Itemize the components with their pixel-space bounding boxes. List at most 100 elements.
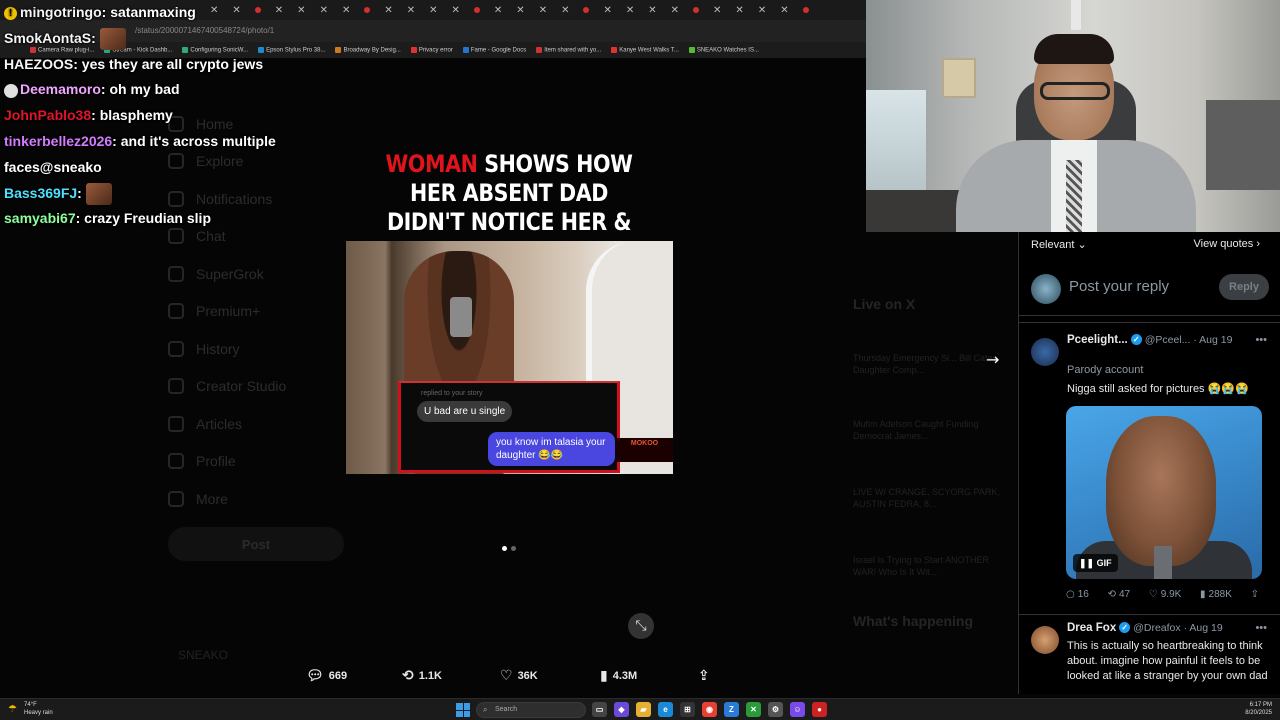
tweet-author[interactable]: Drea Fox ✓ @Dreafox · Aug 19 xyxy=(1067,622,1223,634)
live-on-x-heading: Live on X xyxy=(853,296,916,312)
sidebar-item-history[interactable]: History xyxy=(168,330,348,368)
reply-input[interactable]: Post your reply xyxy=(1069,278,1169,295)
taskbar-search[interactable]: ⌕ Search xyxy=(476,702,586,718)
reply-tweet[interactable]: Drea Fox ✓ @Dreafox · Aug 19 ••• This is a… xyxy=(1019,622,1280,694)
discord-icon[interactable]: ☺ xyxy=(790,702,805,717)
tab-close-icon[interactable]: ✕ xyxy=(735,5,743,16)
chat-username[interactable]: tinkerbellez2026 xyxy=(4,133,112,149)
tab-close-icon[interactable]: ✕ xyxy=(713,5,721,16)
bookmark-item[interactable]: Item shared with yo... xyxy=(536,46,601,53)
gif-badge[interactable]: ❚❚ GIF xyxy=(1073,554,1118,572)
bookmark-item[interactable]: Privacy error xyxy=(410,46,453,53)
verified-badge-icon: ✓ xyxy=(1130,334,1142,346)
tab-close-icon[interactable]: ✕ xyxy=(539,5,547,16)
bookmark-item[interactable]: Broadway By Desig... xyxy=(335,46,401,53)
bookmark-item[interactable]: Kanye West Walks T... xyxy=(611,46,679,53)
tweet-repost-count: 47 xyxy=(1118,589,1131,600)
tab-close-icon[interactable]: ✕ xyxy=(407,5,415,16)
xbox-icon[interactable]: ✕ xyxy=(746,702,761,717)
tweet-date: Aug 19 xyxy=(1189,622,1223,634)
tab-close-icon[interactable]: ✕ xyxy=(603,5,611,16)
repost-action[interactable]: ⟲ 1.1K xyxy=(402,668,442,684)
views-action[interactable]: ▮ 4.3M xyxy=(600,668,637,684)
like-action[interactable]: ♡ 36K xyxy=(500,668,538,684)
tab-close-icon[interactable]: ✕ xyxy=(671,5,679,16)
sidebar-profile-name[interactable]: SNEAKO xyxy=(178,648,228,662)
bookmark-item[interactable]: SNEAKO Watches IS... xyxy=(688,46,759,54)
tab-favicon-icon[interactable] xyxy=(802,7,809,13)
user-avatar[interactable] xyxy=(1031,274,1061,304)
more-options-icon[interactable]: ••• xyxy=(1255,334,1267,346)
tab-favicon-icon[interactable] xyxy=(473,7,480,13)
live-item[interactable]: LIVE W/ CRANGE, SCYORG PARK, AUSTIN FEDR… xyxy=(853,486,1013,510)
live-item[interactable]: Mufim Adelson Caught Funding Democrat Ja… xyxy=(853,418,1013,442)
tab-close-icon[interactable]: ✕ xyxy=(626,5,634,16)
tab-favicon-icon[interactable] xyxy=(583,7,590,13)
view-quotes-link[interactable]: View quotes › xyxy=(1194,238,1260,250)
taskbar: ☂ 74°F Heavy rain ⌕ Search ▭ ◆ ▰ e ⊞ ◉ Z ✕… xyxy=(0,698,1280,720)
chat-username[interactable]: HAEZOOS xyxy=(4,56,73,72)
sort-dropdown[interactable]: Relevant ⌄ xyxy=(1031,238,1087,251)
tab-close-icon[interactable]: ✕ xyxy=(780,5,788,16)
reply-action[interactable]: 💬︎ 669 xyxy=(306,668,347,684)
tab-close-icon[interactable]: ✕ xyxy=(429,5,437,16)
sidebar-item-premium-[interactable]: Premium+ xyxy=(168,293,348,331)
task-view-icon[interactable]: ▭ xyxy=(592,702,607,717)
chat-message: JohnPablo38: blasphemy xyxy=(4,103,344,129)
chat-username[interactable]: Bass369FJ xyxy=(4,185,77,201)
sidebar-item-creator-studio[interactable]: Creator Studio xyxy=(168,368,348,406)
tab-close-icon[interactable]: ✕ xyxy=(648,5,656,16)
page-dot-active[interactable] xyxy=(502,546,507,551)
chat-username[interactable]: samyabi67 xyxy=(4,210,76,226)
reply-button[interactable]: Reply xyxy=(1219,274,1269,300)
expand-media-button[interactable]: ⤡ xyxy=(628,613,654,639)
tweet-views-action[interactable]: ▮ 288K xyxy=(1200,589,1232,600)
tab-close-icon[interactable]: ✕ xyxy=(561,5,569,16)
weather-widget[interactable]: 74°F Heavy rain xyxy=(24,701,53,717)
sidebar-item-more[interactable]: More xyxy=(168,480,348,518)
obs-icon[interactable]: ● xyxy=(812,702,827,717)
next-media-arrow-icon[interactable]: → xyxy=(986,350,999,369)
media-page-dots[interactable] xyxy=(502,546,516,551)
copilot-icon[interactable]: ◆ xyxy=(614,702,629,717)
tab-close-icon[interactable]: ✕ xyxy=(494,5,502,16)
chevron-down-icon: ⌄ xyxy=(1077,239,1087,251)
app-icon[interactable]: ⚙ xyxy=(768,702,783,717)
more-options-icon[interactable]: ••• xyxy=(1255,622,1267,634)
share-action[interactable]: ⇪ xyxy=(698,668,710,684)
tweet-like-action[interactable]: ♡ 9.9K xyxy=(1149,589,1182,600)
page-dot[interactable] xyxy=(511,546,516,551)
chrome-icon[interactable]: ◉ xyxy=(702,702,717,717)
tweet-author[interactable]: Pceelight... ✓ @Pceel... · Aug 19 xyxy=(1067,334,1232,346)
chat-username[interactable]: SmokAontaS xyxy=(4,30,91,46)
live-item[interactable]: Israel Is Trying to Start ANOTHER WAR! W… xyxy=(853,554,1013,578)
webcam-wall-frame xyxy=(942,58,976,98)
tab-favicon-icon[interactable] xyxy=(364,7,371,13)
bookmark-icon xyxy=(410,46,417,53)
edge-icon[interactable]: e xyxy=(658,702,673,717)
post-button[interactable]: Post xyxy=(168,527,344,561)
app-icon[interactable]: Z xyxy=(724,702,739,717)
store-icon[interactable]: ⊞ xyxy=(680,702,695,717)
sidebar-item-profile[interactable]: Profile xyxy=(168,443,348,481)
chat-username[interactable]: mingotringo xyxy=(20,4,102,20)
file-explorer-icon[interactable]: ▰ xyxy=(636,702,651,717)
bookmark-item[interactable]: Fame - Google Docs xyxy=(462,46,526,53)
bookmark-label: SNEAKO Watches IS... xyxy=(696,47,759,54)
tab-close-icon[interactable]: ✕ xyxy=(384,5,392,16)
tweet-avatar[interactable] xyxy=(1031,626,1059,654)
taskbar-clock[interactable]: 6:17 PM 8/20/2025 xyxy=(1245,701,1272,717)
sidebar-item-articles[interactable]: Articles xyxy=(168,405,348,443)
chat-username[interactable]: JohnPablo38 xyxy=(4,107,91,123)
tab-close-icon[interactable]: ✕ xyxy=(758,5,766,16)
chat-username[interactable]: Deemamoro xyxy=(20,81,101,97)
tweet-reply-action[interactable]: ○ 16 xyxy=(1066,589,1089,600)
tweet-avatar[interactable] xyxy=(1031,338,1059,366)
start-button[interactable] xyxy=(456,703,470,717)
tab-favicon-icon[interactable] xyxy=(693,7,700,13)
tab-close-icon[interactable]: ✕ xyxy=(516,5,524,16)
sidebar-item-supergrok[interactable]: SuperGrok xyxy=(168,255,348,293)
tweet-repost-action[interactable]: ⟲ 47 xyxy=(1108,589,1131,600)
tab-close-icon[interactable]: ✕ xyxy=(452,5,460,16)
tweet-share-action[interactable]: ⇪ xyxy=(1251,589,1262,600)
